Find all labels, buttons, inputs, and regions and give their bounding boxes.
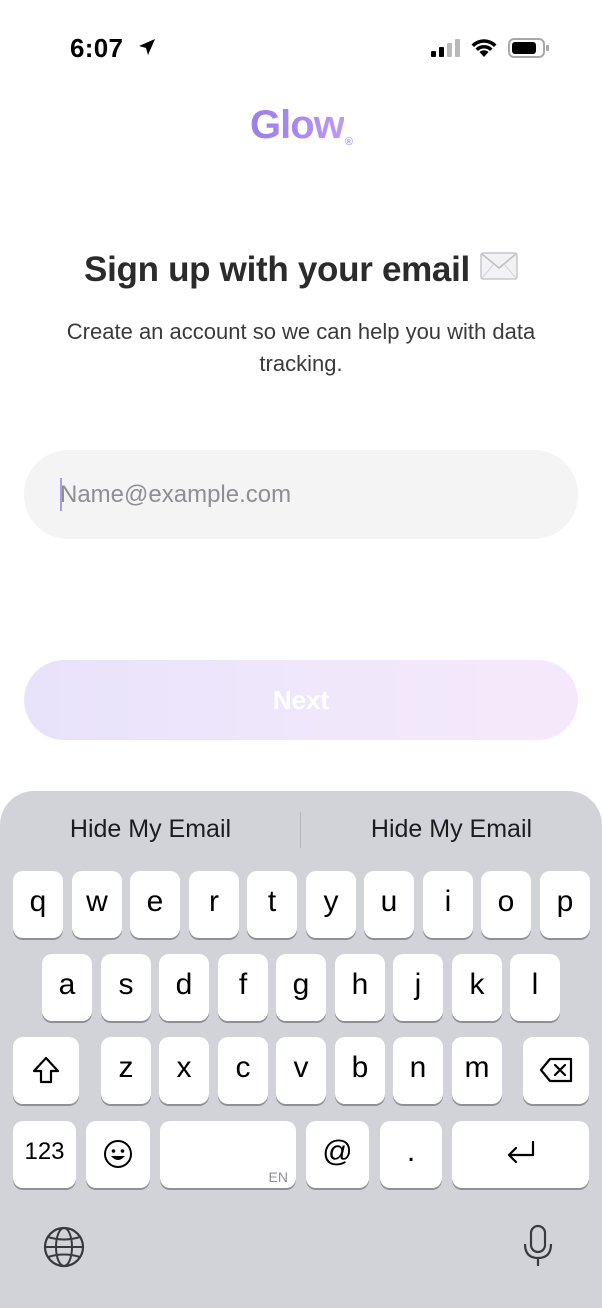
- key-e[interactable]: e: [130, 871, 180, 938]
- cellular-signal-icon: [431, 38, 461, 63]
- key-j[interactable]: j: [393, 954, 443, 1021]
- status-time: 6:07: [70, 33, 157, 64]
- next-button[interactable]: Next: [24, 660, 578, 740]
- return-key[interactable]: [452, 1121, 589, 1188]
- key-m[interactable]: m: [452, 1037, 502, 1104]
- key-i[interactable]: i: [423, 871, 473, 938]
- key-c[interactable]: c: [218, 1037, 268, 1104]
- key-d[interactable]: d: [159, 954, 209, 1021]
- key-w[interactable]: w: [72, 871, 122, 938]
- signup-screen: 6:07 Glow® Sign up with your email Creat…: [0, 0, 602, 1308]
- key-f[interactable]: f: [218, 954, 268, 1021]
- key-q[interactable]: q: [13, 871, 63, 938]
- space-key[interactable]: EN: [160, 1121, 296, 1188]
- emoji-key[interactable]: [86, 1121, 150, 1188]
- key-a[interactable]: a: [42, 954, 92, 1021]
- key-z[interactable]: z: [101, 1037, 151, 1104]
- key-u[interactable]: u: [364, 871, 414, 938]
- suggestion-hide-my-email[interactable]: Hide My Email: [301, 811, 602, 847]
- battery-icon: [508, 38, 550, 63]
- key-t[interactable]: t: [247, 871, 297, 938]
- key-v[interactable]: v: [276, 1037, 326, 1104]
- shift-key[interactable]: [13, 1037, 79, 1104]
- status-bar: 6:07: [0, 0, 602, 96]
- key-b[interactable]: b: [335, 1037, 385, 1104]
- key-k[interactable]: k: [452, 954, 502, 1021]
- key-p[interactable]: p: [540, 871, 590, 938]
- backspace-icon: [523, 1057, 589, 1083]
- key-y[interactable]: y: [306, 871, 356, 938]
- page-title-text: Sign up with your email: [84, 250, 470, 289]
- text-cursor: [60, 478, 62, 511]
- period-key[interactable]: .: [380, 1121, 442, 1188]
- numbers-key[interactable]: 123: [13, 1121, 76, 1188]
- key-r[interactable]: r: [189, 871, 239, 938]
- space-language-label: EN: [268, 1169, 288, 1185]
- page-title: Sign up with your email: [0, 250, 602, 290]
- key-h[interactable]: h: [335, 954, 385, 1021]
- emoji-icon: [86, 1139, 150, 1169]
- location-arrow-icon: [137, 33, 157, 64]
- page-subtitle: Create an account so we can help you wit…: [66, 319, 536, 376]
- key-x[interactable]: x: [159, 1037, 209, 1104]
- glow-logo: Glow®: [0, 103, 602, 148]
- return-icon: [452, 1139, 589, 1167]
- shift-icon: [13, 1055, 79, 1085]
- delete-key[interactable]: [523, 1037, 589, 1104]
- key-l[interactable]: l: [510, 954, 560, 1021]
- key-n[interactable]: n: [393, 1037, 443, 1104]
- email-input[interactable]: [60, 450, 550, 539]
- envelope-icon: [480, 249, 518, 289]
- globe-icon[interactable]: [43, 1226, 85, 1273]
- time-text: 6:07: [70, 33, 124, 63]
- logo-text: Glow: [250, 103, 345, 147]
- email-field-container[interactable]: [24, 450, 578, 539]
- keyboard-suggestion-bar: Hide My Email Hide My Email: [0, 791, 602, 867]
- logo-registered-mark: ®: [344, 136, 353, 148]
- key-s[interactable]: s: [101, 954, 151, 1021]
- wifi-icon: [470, 36, 498, 63]
- at-key[interactable]: @: [306, 1121, 369, 1188]
- suggestion-hide-my-email[interactable]: Hide My Email: [0, 811, 301, 847]
- key-o[interactable]: o: [481, 871, 531, 938]
- key-g[interactable]: g: [276, 954, 326, 1021]
- microphone-icon[interactable]: [521, 1224, 555, 1273]
